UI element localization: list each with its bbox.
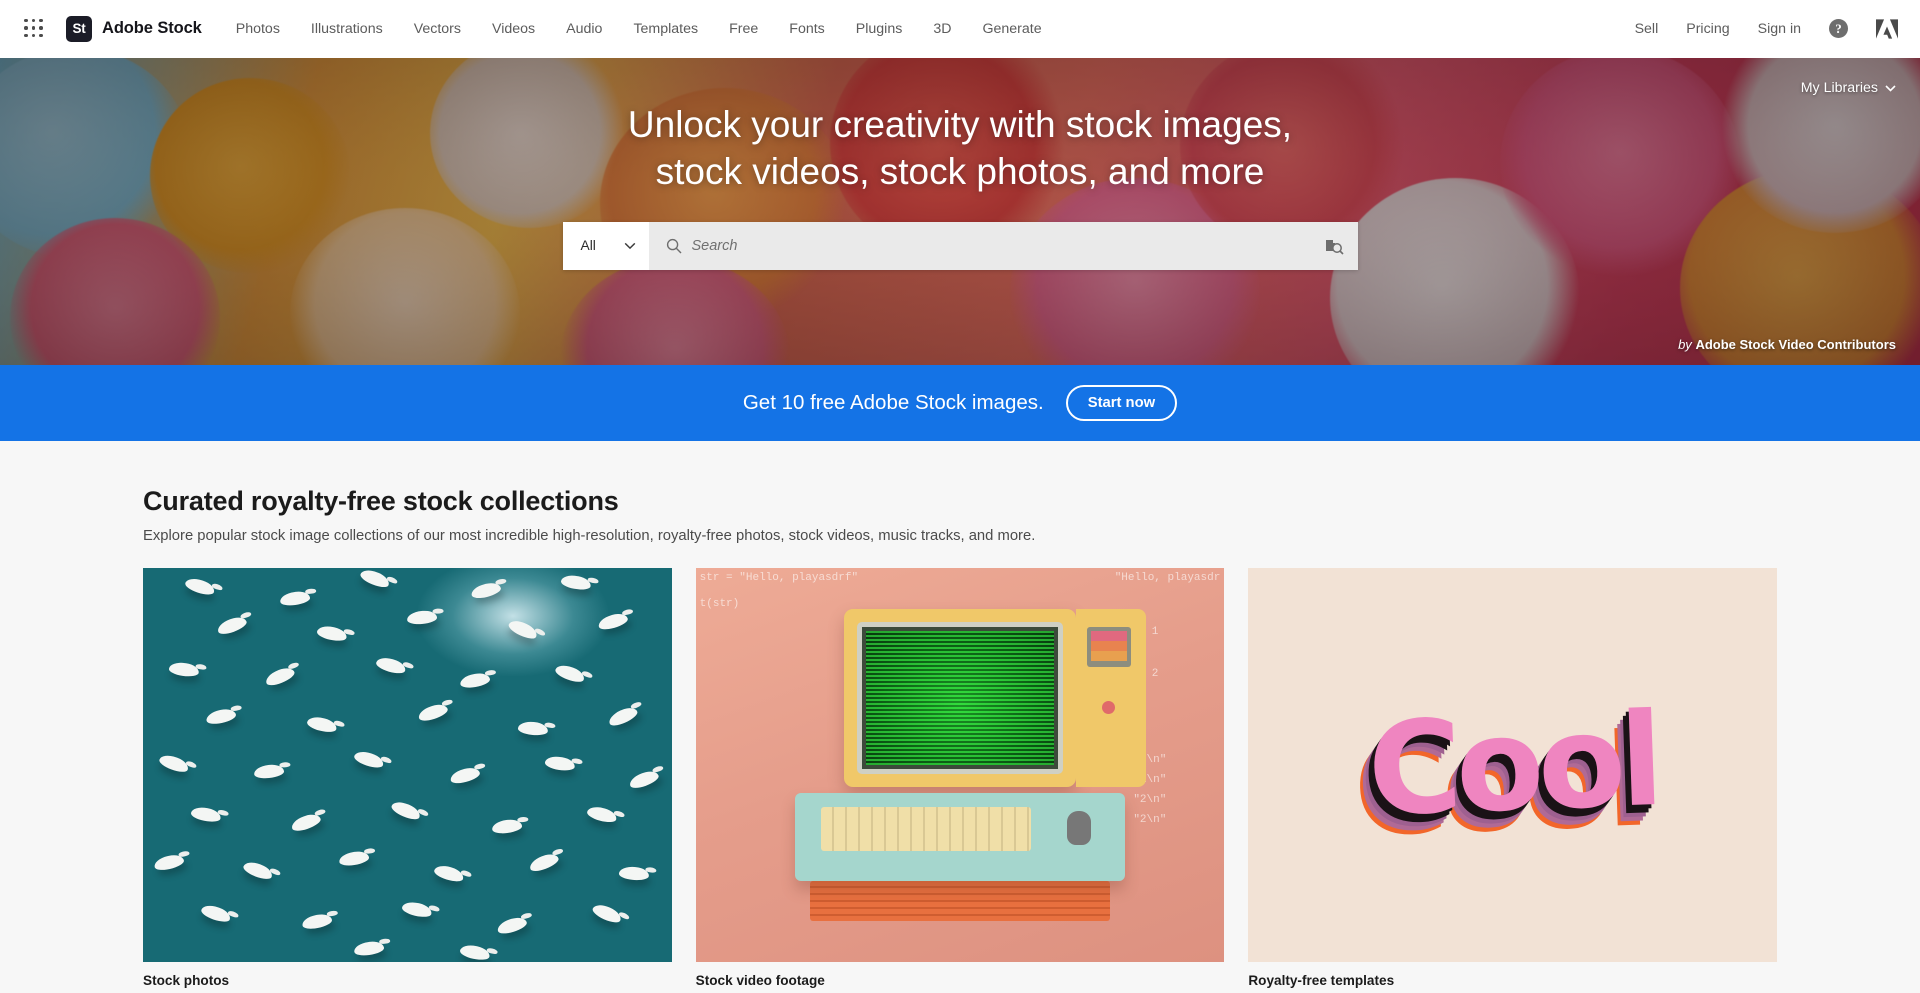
my-libraries-label: My Libraries xyxy=(1800,80,1878,96)
primary-nav-links: Photos Illustrations Vectors Videos Audi… xyxy=(236,21,1042,37)
nav-link-plugins[interactable]: Plugins xyxy=(856,21,903,37)
card-image-stock-video[interactable]: str = "Hello, playasdrf" t(str) "Hello, … xyxy=(695,568,1225,962)
keyboard-keys xyxy=(820,807,1031,851)
nav-link-audio[interactable]: Audio xyxy=(566,21,602,37)
attribution-prefix: by xyxy=(1678,337,1692,352)
card-label-stock-video: Stock video footage xyxy=(695,973,825,988)
search-category-select[interactable]: All xyxy=(562,221,649,270)
monitor xyxy=(843,609,1076,787)
collection-card-stock-photos[interactable]: Stock photos xyxy=(143,568,672,988)
nav-link-sell[interactable]: Sell xyxy=(1635,21,1659,37)
hero-title-line-2: stock videos, stock photos, and more xyxy=(655,150,1265,192)
keyboard-base xyxy=(794,793,1125,881)
nav-link-vectors[interactable]: Vectors xyxy=(414,21,461,37)
promo-text: Get 10 free Adobe Stock images. xyxy=(742,391,1044,414)
app-grid-icon[interactable] xyxy=(24,18,44,39)
code-overlay-line-1: str = "Hello, playasdrf" xyxy=(699,572,859,584)
adobe-logo-icon[interactable] xyxy=(1876,18,1898,39)
code-overlay-line-4: 1 xyxy=(1151,626,1159,638)
collection-card-templates[interactable]: Cool Royalty-free templates xyxy=(1248,568,1777,988)
search-field-wrapper[interactable] xyxy=(648,221,1358,270)
search-icon xyxy=(666,238,681,254)
front-vent-drawer xyxy=(809,881,1110,921)
stock-logo-badge: St xyxy=(66,15,92,42)
brand-name-label: Adobe Stock xyxy=(102,19,202,37)
hero-title: Unlock your creativity with stock images… xyxy=(628,102,1292,196)
secondary-nav-links: Sell Pricing Sign in ? xyxy=(1635,18,1898,39)
nav-link-fonts[interactable]: Fonts xyxy=(789,21,824,37)
nav-link-illustrations[interactable]: Illustrations xyxy=(311,21,383,37)
chevron-down-icon xyxy=(1885,84,1896,92)
drive-bay-panel xyxy=(1075,609,1146,787)
hero-title-line-1: Unlock your creativity with stock images… xyxy=(627,104,1293,145)
code-overlay-line-3: "Hello, playasdr xyxy=(1114,572,1221,584)
promo-banner: Get 10 free Adobe Stock images. Start no… xyxy=(0,365,1920,441)
nav-link-free[interactable]: Free xyxy=(729,21,758,37)
mouse xyxy=(1066,811,1091,845)
nav-link-3d[interactable]: 3D xyxy=(933,21,951,37)
adobe-stock-brand-logo[interactable]: St Adobe Stock xyxy=(66,15,202,42)
search-category-value: All xyxy=(580,238,596,254)
hero-attribution: by Adobe Stock Video Contributors xyxy=(1678,337,1896,352)
nav-link-pricing[interactable]: Pricing xyxy=(1686,21,1729,37)
collection-card-stock-video[interactable]: str = "Hello, playasdrf" t(str) "Hello, … xyxy=(695,568,1225,988)
code-overlay-line-2: t(str) xyxy=(699,598,740,610)
cool-typography-word: Cool xyxy=(1365,685,1661,845)
help-icon[interactable]: ? xyxy=(1829,19,1848,38)
top-navigation-bar: St Adobe Stock Photos Illustrations Vect… xyxy=(0,0,1920,58)
visual-search-icon[interactable] xyxy=(1324,236,1344,256)
search-input[interactable] xyxy=(691,237,1314,254)
disk-slot xyxy=(1086,627,1131,667)
search-bar: All xyxy=(562,221,1358,270)
nav-link-photos[interactable]: Photos xyxy=(236,21,280,37)
card-image-stock-photos[interactable] xyxy=(143,568,672,962)
collection-card-grid: Stock photos str = "Hello, playasdrf" t(… xyxy=(143,568,1777,988)
card-image-templates[interactable]: Cool xyxy=(1248,568,1777,962)
nav-link-videos[interactable]: Videos xyxy=(492,21,535,37)
start-now-button[interactable]: Start now xyxy=(1065,385,1178,421)
main-content: Curated royalty-free stock collections E… xyxy=(0,441,1920,993)
monitor-screen xyxy=(856,622,1063,774)
chevron-down-icon xyxy=(624,242,635,250)
my-libraries-dropdown[interactable]: My Libraries xyxy=(1801,80,1896,96)
card-label-stock-photos: Stock photos xyxy=(143,973,230,988)
section-title: Curated royalty-free stock collections xyxy=(143,486,619,516)
code-overlay-line-5: 2 xyxy=(1151,668,1159,680)
section-subtitle: Explore popular stock image collections … xyxy=(143,528,1036,544)
attribution-name[interactable]: Adobe Stock Video Contributors xyxy=(1695,337,1896,352)
card-label-templates: Royalty-free templates xyxy=(1248,973,1395,988)
hero-banner: My Libraries Unlock your creativity with… xyxy=(0,58,1920,365)
nav-link-templates[interactable]: Templates xyxy=(633,21,698,37)
power-knob xyxy=(1101,701,1115,714)
code-overlay-line-9: "2\n" xyxy=(1133,814,1167,826)
nav-link-generate[interactable]: Generate xyxy=(982,21,1041,37)
retro-computer-illustration xyxy=(794,609,1146,921)
code-overlay-line-8: "2\n" xyxy=(1133,794,1167,806)
nav-link-sign-in[interactable]: Sign in xyxy=(1758,21,1801,37)
